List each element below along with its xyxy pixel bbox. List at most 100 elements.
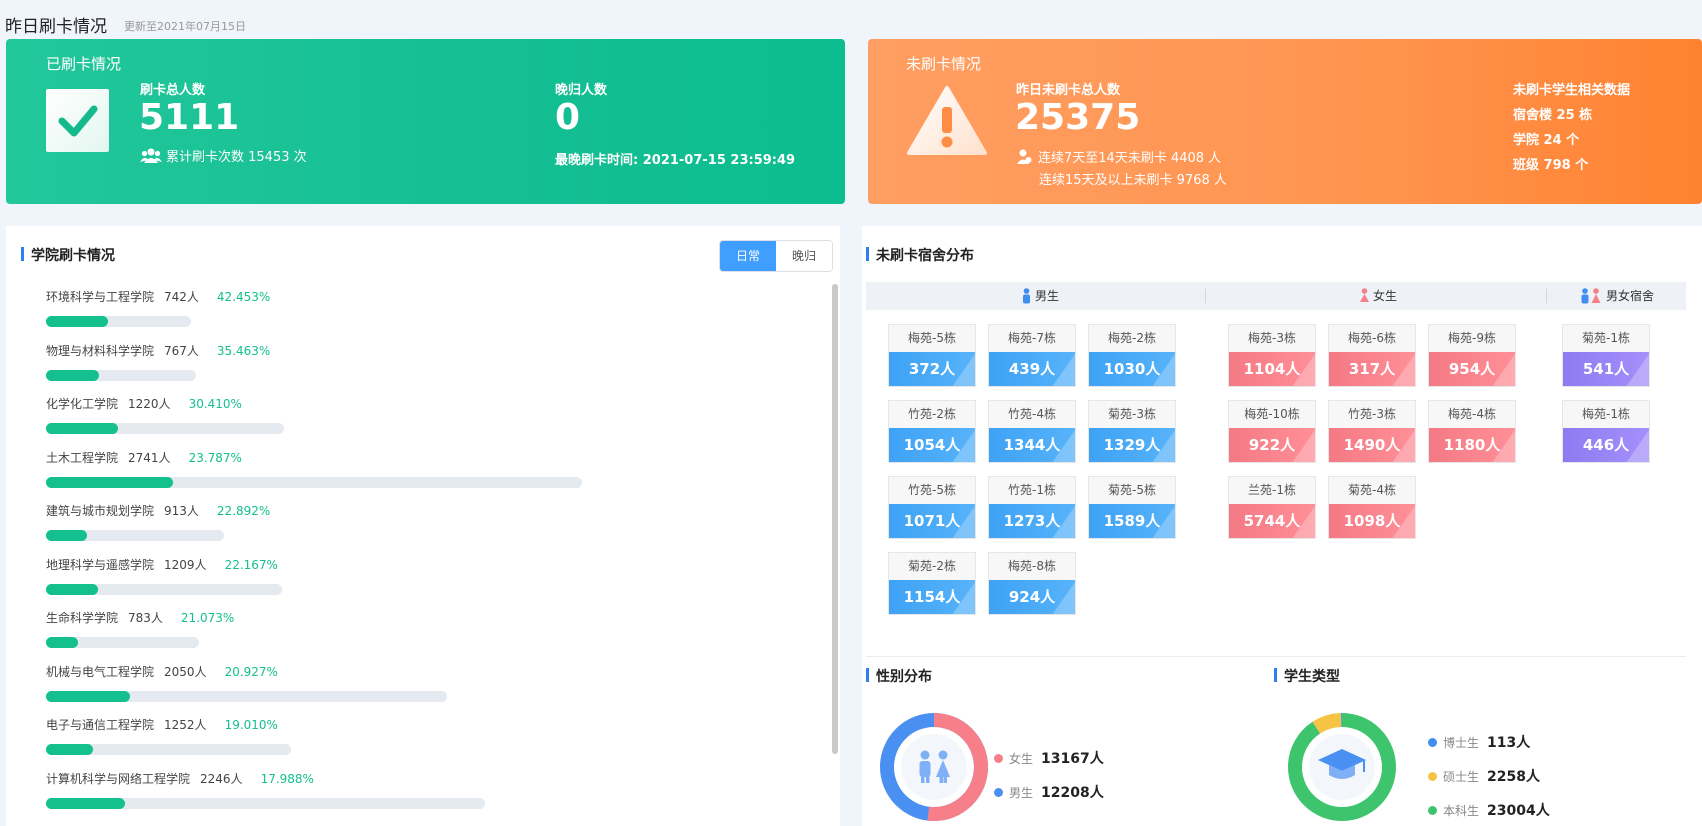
late-label: 晚归人数 [555, 83, 608, 98]
dorm-name: 梅苑-7栋 [989, 325, 1075, 352]
dorm-card-mixed[interactable]: 梅苑-1栋 446人 [1562, 400, 1650, 463]
student-type-donut [1288, 713, 1396, 821]
college-bar-fill [46, 423, 119, 434]
college-row-text: 土木工程学院 2741人 23.787% [46, 449, 746, 466]
dorm-card-male[interactable]: 梅苑-2栋 1030人 [1088, 324, 1176, 387]
male-icon [1023, 288, 1030, 304]
dorm-card-male[interactable]: 菊苑-5栋 1589人 [1088, 476, 1176, 539]
dorm-count: 1344人 [989, 428, 1075, 462]
type-legend-item: 本科生 23004人 [1428, 800, 1550, 820]
college-bar-track [46, 690, 447, 702]
college-row: 物理与材料科学学院 767人 35.463% [46, 342, 746, 381]
college-bar-fill [46, 476, 174, 488]
dorm-card-female[interactable]: 梅苑-3栋 1104人 [1228, 324, 1316, 387]
college-name: 生命科学学院 [46, 611, 119, 625]
dorm-count: 1098人 [1329, 504, 1415, 538]
not-swiped-total-label: 昨日未刷卡总人数 [1016, 83, 1121, 98]
dorm-card-male[interactable]: 竹苑-5栋 1071人 [888, 476, 976, 539]
college-count: 2246人 [200, 771, 243, 786]
latest-time: 最晚刷卡时间: 2021-07-15 23:59:49 [555, 153, 796, 168]
college-bar-track [46, 583, 282, 595]
college-bar-fill [46, 690, 130, 702]
college-row-text: 机械与电气工程学院 2050人 20.927% [46, 663, 746, 680]
dorm-count: 439人 [989, 352, 1075, 386]
college-bar-track [46, 530, 224, 541]
college-percent: 19.010% [224, 718, 278, 732]
dorm-name: 梅苑-6栋 [1329, 325, 1415, 352]
dorm-name: 菊苑-2栋 [889, 553, 975, 580]
total-label: 刷卡总人数 [140, 83, 206, 98]
dorm-count: 1490人 [1329, 428, 1415, 462]
swiped-title: 已刷卡情况 [46, 55, 122, 73]
buildings-count: 宿舍楼 25 栋 [1513, 108, 1593, 123]
dorm-card-male[interactable]: 菊苑-3栋 1329人 [1088, 400, 1176, 463]
dorm-name: 菊苑-5栋 [1089, 477, 1175, 504]
college-bar-fill [46, 369, 100, 381]
dorm-card-male[interactable]: 菊苑-2栋 1154人 [888, 552, 976, 615]
dorm-card-male[interactable]: 梅苑-7栋 439人 [988, 324, 1076, 387]
classes-count: 班级 798 个 [1513, 158, 1589, 173]
dorm-card-female[interactable]: 梅苑-9栋 954人 [1428, 324, 1516, 387]
dorm-card-male[interactable]: 竹苑-1栋 1273人 [988, 476, 1076, 539]
type-legend-label: 硕士生 [1443, 769, 1480, 784]
college-bar-track [46, 423, 284, 434]
legend-female-label: 女生 [1009, 751, 1034, 766]
consecutive-line-1: 连续7天至14天未刷卡 4408 人 [1016, 147, 1221, 166]
dorm-card-male[interactable]: 竹苑-2栋 1054人 [888, 400, 976, 463]
legend-female-dot [994, 753, 1003, 763]
college-percent: 21.073% [180, 611, 235, 625]
college-bar-fill [46, 744, 93, 755]
dorm-count: 922人 [1229, 428, 1315, 462]
college-row-text: 建筑与城市规划学院 913人 22.892% [46, 502, 746, 519]
college-bar-track [46, 369, 196, 381]
college-name: 地理科学与遥感学院 [46, 557, 155, 572]
college-name: 物理与材料科学学院 [46, 343, 155, 358]
type-legend-value: 2258人 [1487, 769, 1540, 785]
dorm-card-mixed[interactable]: 菊苑-1栋 541人 [1562, 324, 1650, 387]
college-percent: 35.463% [216, 343, 271, 358]
legend-male-value: 12208人 [1041, 785, 1104, 801]
college-percent: 20.927% [224, 664, 278, 679]
college-bar-fill [46, 316, 108, 327]
college-name: 化学化工学院 [46, 397, 119, 411]
tab-daily[interactable]: 日常 [720, 241, 776, 271]
warning-icon [906, 85, 988, 161]
type-legend-label: 博士生 [1443, 735, 1480, 750]
dorm-card-female[interactable]: 兰苑-1栋 5744人 [1228, 476, 1316, 539]
dorm-count: 317人 [1329, 352, 1415, 386]
dorm-count: 1329人 [1089, 428, 1175, 462]
dorm-name: 菊苑-3栋 [1089, 401, 1175, 428]
dorm-card-male[interactable]: 梅苑-8栋 924人 [988, 552, 1076, 615]
scrollbar[interactable] [832, 284, 838, 754]
check-icon [46, 89, 109, 152]
college-bar-track [46, 316, 191, 327]
dorm-card-female[interactable]: 菊苑-4栋 1098人 [1328, 476, 1416, 539]
consecutive-text-1: 连续7天至14天未刷卡 4408 人 [1038, 151, 1222, 166]
dorm-card-female[interactable]: 梅苑-10栋 922人 [1228, 400, 1316, 463]
late-value: 0 [555, 97, 581, 138]
college-count: 742人 [164, 290, 199, 304]
dorm-card-female[interactable]: 梅苑-4栋 1180人 [1428, 400, 1516, 463]
type-legend-item: 博士生 113人 [1428, 732, 1530, 752]
college-name: 环境科学与工程学院 [46, 290, 155, 304]
dorm-name: 竹苑-3栋 [1329, 401, 1415, 428]
dorm-card-female[interactable]: 梅苑-6栋 317人 [1328, 324, 1416, 387]
type-legend-dot [1428, 771, 1437, 781]
dorm-name: 菊苑-1栋 [1563, 325, 1649, 352]
legend-male-label: 男生 [1009, 785, 1034, 800]
college-row: 化学化工学院 1220人 30.410% [46, 395, 746, 434]
college-percent: 17.988% [260, 771, 314, 786]
gender-title: 性别分布 [866, 666, 932, 686]
dorm-card-male[interactable]: 竹苑-4栋 1344人 [988, 400, 1076, 463]
college-row: 环境科学与工程学院 742人 42.453% [46, 288, 746, 327]
dorm-card-male[interactable]: 梅苑-5栋 372人 [888, 324, 976, 387]
dorm-panel-title: 未刷卡宿舍分布 [866, 245, 974, 265]
dorm-card-female[interactable]: 竹苑-3栋 1490人 [1328, 400, 1416, 463]
college-row: 计算机科学与网络工程学院 2246人 17.988% [46, 770, 746, 809]
female-icon [1360, 288, 1369, 302]
college-panel: 学院刷卡情况 日常 晚归 环境科学与工程学院 742人 42.453% 物理与材料科学… [6, 226, 840, 826]
dorm-count: 541人 [1563, 352, 1649, 386]
tab-late[interactable]: 晚归 [776, 241, 832, 271]
college-bar-track [46, 637, 199, 648]
dorm-count: 1273人 [989, 504, 1075, 538]
